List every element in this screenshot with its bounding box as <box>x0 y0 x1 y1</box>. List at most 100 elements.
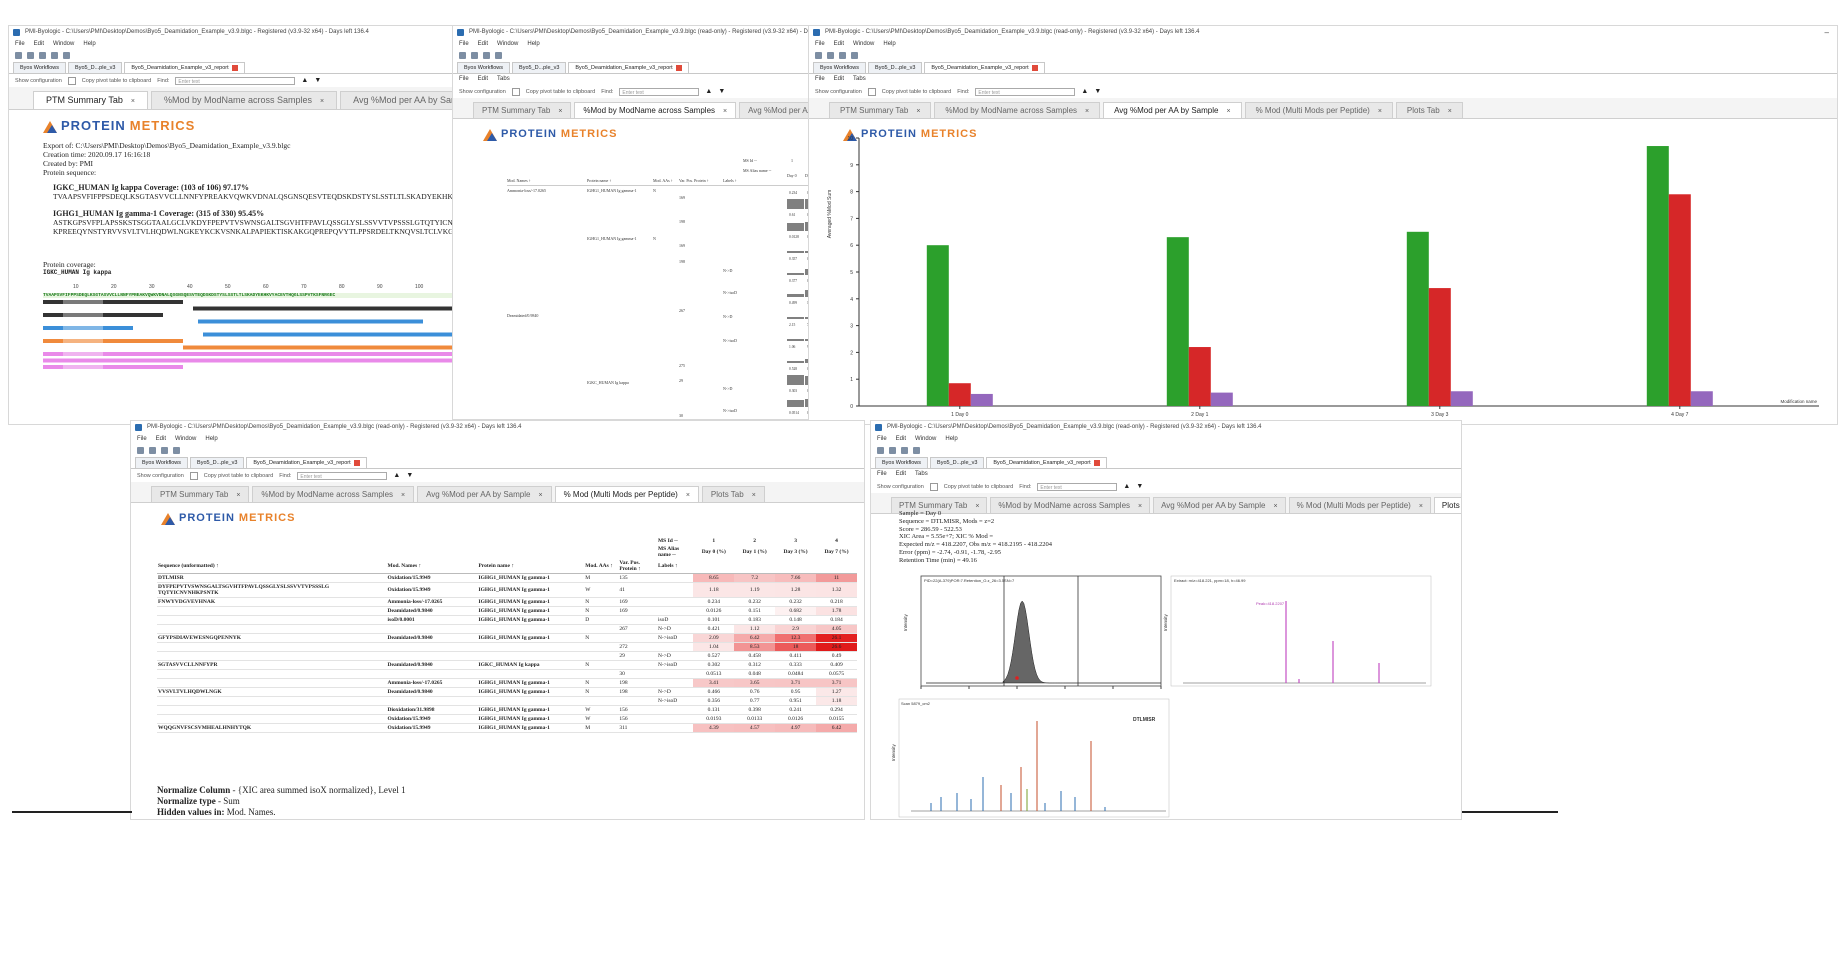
save-icon[interactable] <box>483 52 490 59</box>
editor-tab-report[interactable]: Byo5_Deamidation_Example_v3_report <box>986 457 1107 468</box>
find-next-icon[interactable]: ▼ <box>718 88 725 95</box>
close-icon[interactable]: × <box>1273 503 1277 510</box>
settings-icon[interactable] <box>913 447 920 454</box>
open-icon[interactable] <box>827 52 834 59</box>
tab-plots[interactable]: Plots Tab× <box>1395 102 1463 118</box>
settings-icon[interactable] <box>851 52 858 59</box>
editor-tab-report[interactable]: Byo5_Deamidation_Example_v3_report <box>568 62 689 73</box>
menu-window[interactable]: Window <box>53 41 74 47</box>
show-configuration-toggle[interactable]: Show configuration <box>15 78 62 84</box>
find-prev-icon[interactable]: ▲ <box>301 77 308 84</box>
copy-pivot-checkbox[interactable] <box>511 87 520 96</box>
tab-avg-mod[interactable]: Avg %Mod per AA by Sa <box>739 102 813 118</box>
tab-ptm-summary[interactable]: PTM Summary Tab × <box>151 486 250 502</box>
menu-file[interactable]: File <box>137 436 147 442</box>
find-next-icon[interactable]: ▼ <box>314 77 321 84</box>
menu-file[interactable]: File <box>815 76 825 82</box>
find-input[interactable]: Enter text <box>175 76 296 85</box>
close-icon[interactable]: × <box>558 108 562 115</box>
find-input[interactable]: Enter text <box>619 87 700 96</box>
tab-avg-mod[interactable]: Avg %Mod per AA by Samp <box>340 91 459 109</box>
menu-file[interactable]: File <box>877 436 887 442</box>
tab-avg-mod[interactable]: Avg %Mod per AA by Sample × <box>417 486 552 502</box>
show-configuration-toggle[interactable]: Show configuration <box>137 473 184 479</box>
close-icon[interactable]: × <box>1138 503 1142 510</box>
copy-pivot-checkbox[interactable] <box>867 87 876 96</box>
editor-tab-workflows[interactable]: Byos Workflows <box>135 457 189 468</box>
menu-window[interactable]: Window <box>497 41 518 47</box>
close-icon[interactable]: × <box>320 98 324 105</box>
find-prev-icon[interactable]: ▲ <box>1123 483 1130 490</box>
tab-mod-by-name[interactable]: %Mod by ModName across Samples × <box>934 102 1101 118</box>
open-icon[interactable] <box>149 447 156 454</box>
close-icon[interactable]: × <box>752 492 756 499</box>
copy-pivot-checkbox[interactable] <box>67 76 76 85</box>
menu-file[interactable]: File <box>459 41 469 47</box>
menu-help[interactable]: Help <box>83 41 95 47</box>
show-configuration-toggle[interactable]: Show configuration <box>877 484 924 490</box>
menu-edit[interactable]: Edit <box>896 436 906 442</box>
close-icon[interactable]: × <box>131 98 135 105</box>
menu-edit[interactable]: Edit <box>156 436 166 442</box>
menu-file[interactable]: File <box>15 41 25 47</box>
menu-window[interactable]: Window <box>175 436 196 442</box>
find-input[interactable]: Enter text <box>975 87 1076 96</box>
open-icon[interactable] <box>471 52 478 59</box>
print-icon[interactable] <box>51 52 58 59</box>
menu-help[interactable]: Help <box>527 41 539 47</box>
tab-ptm-summary[interactable]: PTM Summary Tab × <box>829 102 932 118</box>
new-icon[interactable] <box>137 447 144 454</box>
close-icon[interactable]: × <box>1378 108 1382 115</box>
menu-edit[interactable]: Edit <box>34 41 44 47</box>
menu-window[interactable]: Window <box>853 41 874 47</box>
close-icon[interactable]: × <box>686 492 690 499</box>
menu-file[interactable]: File <box>815 41 825 47</box>
find-input[interactable]: Enter text <box>1037 482 1118 491</box>
open-icon[interactable] <box>27 52 34 59</box>
menu-edit[interactable]: Edit <box>478 41 488 47</box>
close-icon[interactable]: × <box>916 108 920 115</box>
tab-mod-by-name[interactable]: %Mod by ModName across Samples × <box>252 486 415 502</box>
editor-tab-project[interactable]: Byo5_D...ple_v3 <box>930 457 985 468</box>
tab-plots[interactable]: Plots Tab× <box>701 486 765 502</box>
open-icon[interactable] <box>889 447 896 454</box>
tab-avg-mod[interactable]: Avg %Mod per AA by Sample × <box>1153 497 1286 513</box>
tab-ptm-summary[interactable]: PTM Summary Tab × <box>473 102 572 118</box>
menu-window[interactable]: Window <box>915 436 936 442</box>
tab-multi-mods[interactable]: % Mod (Multi Mods per Peptide) × <box>554 486 699 502</box>
tab-avg-mod[interactable]: Avg %Mod per AA by Sample × <box>1103 102 1242 118</box>
save-icon[interactable] <box>901 447 908 454</box>
window-controls[interactable]: – <box>1825 26 1829 39</box>
close-icon[interactable]: × <box>723 108 727 115</box>
editor-tab-project[interactable]: Byo5_D...ple_v3 <box>190 457 245 468</box>
menu-edit[interactable]: Edit <box>834 76 844 82</box>
show-configuration-toggle[interactable]: Show configuration <box>459 89 506 95</box>
editor-tab-report[interactable]: Byo5_Deamidation_Example_v3_report <box>124 62 245 73</box>
find-prev-icon[interactable]: ▲ <box>705 88 712 95</box>
new-icon[interactable] <box>815 52 822 59</box>
settings-icon[interactable] <box>63 52 70 59</box>
save-icon[interactable] <box>161 447 168 454</box>
new-icon[interactable] <box>15 52 22 59</box>
editor-tab-workflows[interactable]: Byos Workflows <box>457 62 511 73</box>
menu-tabs[interactable]: Tabs <box>915 471 928 477</box>
editor-tab-workflows[interactable]: Byos Workflows <box>875 457 929 468</box>
find-next-icon[interactable]: ▼ <box>406 472 413 479</box>
show-configuration-toggle[interactable]: Show configuration <box>815 89 862 95</box>
editor-tab-project[interactable]: Byo5_D...ple_v3 <box>68 62 123 73</box>
tab-multi-mods[interactable]: % Mod (Multi Mods per Peptide) × <box>1244 102 1393 118</box>
save-icon[interactable] <box>839 52 846 59</box>
editor-tab-project[interactable]: Byo5_D...ple_v3 <box>512 62 567 73</box>
close-icon[interactable]: × <box>1448 108 1452 115</box>
menu-help[interactable]: Help <box>945 436 957 442</box>
find-prev-icon[interactable]: ▲ <box>393 472 400 479</box>
settings-icon[interactable] <box>173 447 180 454</box>
menu-tabs[interactable]: Tabs <box>497 76 510 82</box>
tab-mod-by-name[interactable]: %Mod by ModName across Samples × <box>574 102 737 118</box>
menu-file[interactable]: File <box>877 471 887 477</box>
new-icon[interactable] <box>459 52 466 59</box>
copy-pivot-checkbox[interactable] <box>189 471 198 480</box>
find-prev-icon[interactable]: ▲ <box>1081 88 1088 95</box>
close-icon[interactable]: × <box>1419 503 1423 510</box>
editor-tab-workflows[interactable]: Byos Workflows <box>13 62 67 73</box>
